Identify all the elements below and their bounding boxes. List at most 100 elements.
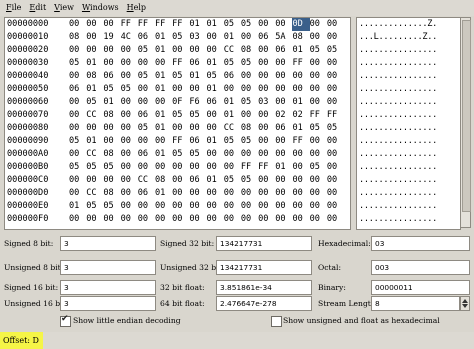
hex-byte[interactable]: 00 <box>172 213 189 226</box>
hex-byte[interactable]: FF <box>258 161 275 174</box>
hex-byte[interactable]: 00 <box>189 187 206 200</box>
hex-float-checkbox[interactable] <box>271 316 282 327</box>
hex-byte[interactable]: FF <box>138 18 155 31</box>
hex-byte[interactable]: 01 <box>86 135 103 148</box>
hex-byte[interactable]: 00 <box>275 174 292 187</box>
hex-byte[interactable]: 00 <box>224 200 241 213</box>
hex-byte[interactable]: 05 <box>103 200 120 213</box>
hex-byte[interactable]: 06 <box>258 31 275 44</box>
hex-byte[interactable]: 00 <box>121 174 138 187</box>
hex-byte[interactable]: 0D <box>292 18 310 31</box>
hex-byte[interactable]: 00 <box>69 44 86 57</box>
hex-byte[interactable]: FF <box>292 57 309 70</box>
hex-byte[interactable]: 00 <box>69 174 86 187</box>
hex-byte[interactable]: 06 <box>224 70 241 83</box>
hex-byte[interactable]: 00 <box>292 187 309 200</box>
hex-byte[interactable]: 00 <box>189 83 206 96</box>
hex-byte[interactable]: 00 <box>258 122 275 135</box>
hex-byte[interactable]: 00 <box>121 109 138 122</box>
hex-byte[interactable]: 01 <box>103 96 120 109</box>
hex-byte[interactable]: 01 <box>207 57 224 70</box>
hex-byte[interactable]: 00 <box>310 31 327 44</box>
hex-byte[interactable]: 01 <box>155 44 172 57</box>
hex-byte[interactable]: 00 <box>103 174 120 187</box>
hex-byte[interactable]: 05 <box>69 57 86 70</box>
hex-byte[interactable]: 00 <box>310 57 327 70</box>
hex-byte[interactable]: 05 <box>69 161 86 174</box>
hex-byte[interactable]: 00 <box>69 18 86 31</box>
hex-byte[interactable]: 00 <box>327 96 344 109</box>
hex-byte[interactable]: 05 <box>138 122 155 135</box>
hex-byte[interactable]: 01 <box>155 83 172 96</box>
ascii-row[interactable]: ................ <box>357 96 460 109</box>
hex-byte[interactable]: 00 <box>121 96 138 109</box>
ascii-row[interactable]: ................ <box>357 174 460 187</box>
hex-byte[interactable]: 06 <box>69 83 86 96</box>
hex-byte[interactable]: 06 <box>103 70 120 83</box>
hex-byte[interactable]: 00 <box>292 213 309 226</box>
hex-byte[interactable]: 05 <box>103 83 120 96</box>
hex-byte[interactable]: 00 <box>258 18 275 31</box>
hex-byte[interactable]: 00 <box>86 18 103 31</box>
hex-byte[interactable]: 00 <box>138 83 155 96</box>
hex-byte[interactable]: 08 <box>103 148 120 161</box>
hex-byte[interactable]: FF <box>155 18 172 31</box>
hex-byte[interactable]: CC <box>86 148 103 161</box>
hex-byte[interactable]: 00 <box>327 18 344 31</box>
hex-byte[interactable]: 00 <box>138 161 155 174</box>
hex-byte[interactable]: 00 <box>275 57 292 70</box>
hex-byte[interactable]: 00 <box>241 31 258 44</box>
hex-byte[interactable]: 00 <box>327 161 344 174</box>
hex-byte[interactable]: FF <box>172 135 189 148</box>
menu-file[interactable]: File <box>0 0 25 16</box>
hex-byte[interactable]: 08 <box>86 70 103 83</box>
hex-byte[interactable]: 00 <box>241 213 258 226</box>
hex-byte[interactable]: 08 <box>241 122 258 135</box>
hex-byte[interactable]: 00 <box>292 70 309 83</box>
hex-byte[interactable]: 00 <box>155 57 172 70</box>
hex-byte[interactable]: 00 <box>86 174 103 187</box>
hex-byte[interactable]: 05 <box>189 148 206 161</box>
hex-byte[interactable]: 00 <box>69 109 86 122</box>
stream-length-stepper[interactable] <box>460 296 470 311</box>
hex-byte[interactable]: 01 <box>189 70 206 83</box>
hex-byte[interactable]: 00 <box>258 83 275 96</box>
hex-byte[interactable]: 05 <box>207 70 224 83</box>
float-64-field[interactable]: 2.476647e-278 <box>216 296 312 311</box>
hex-byte[interactable]: 00 <box>86 213 103 226</box>
hex-byte[interactable]: CC <box>86 109 103 122</box>
hex-byte[interactable]: 00 <box>310 213 327 226</box>
hex-byte[interactable]: 00 <box>310 70 327 83</box>
ascii-row[interactable]: ................ <box>357 135 460 148</box>
hex-byte[interactable]: 08 <box>241 44 258 57</box>
hex-byte[interactable]: 00 <box>189 200 206 213</box>
hex-byte[interactable]: 00 <box>138 135 155 148</box>
ascii-row[interactable]: ................ <box>357 122 460 135</box>
hex-byte[interactable]: 01 <box>155 31 172 44</box>
hex-byte[interactable]: 00 <box>258 109 275 122</box>
hex-byte[interactable]: 01 <box>155 187 172 200</box>
hex-byte[interactable]: 00 <box>292 148 309 161</box>
hex-byte[interactable]: 00 <box>172 174 189 187</box>
hex-view[interactable]: 00000000 00 00 00 FF FF FF FF 01 01 05 05 00 00 0D 00 00… <box>4 17 351 230</box>
hex-byte[interactable]: 00 <box>327 213 344 226</box>
hex-byte[interactable]: 05 <box>241 18 258 31</box>
hex-byte[interactable]: 00 <box>121 200 138 213</box>
menu-windows[interactable]: Windows <box>78 0 123 16</box>
hex-byte[interactable]: 00 <box>310 174 327 187</box>
hex-byte[interactable]: 05 <box>86 96 103 109</box>
hex-byte[interactable]: 05 <box>189 109 206 122</box>
hex-byte[interactable]: 00 <box>155 96 172 109</box>
hex-byte[interactable]: 05 <box>86 161 103 174</box>
hexadecimal-field[interactable]: 03 <box>371 236 470 251</box>
hex-byte[interactable]: 00 <box>69 213 86 226</box>
hex-byte[interactable]: 05 <box>69 135 86 148</box>
hex-byte[interactable]: 08 <box>292 31 309 44</box>
hex-byte[interactable]: 00 <box>69 187 86 200</box>
hex-byte[interactable]: 06 <box>189 57 206 70</box>
ascii-view[interactable]: ..............Z. ...L.........Z..........… <box>356 17 461 230</box>
hex-byte[interactable]: 00 <box>224 213 241 226</box>
hex-byte[interactable]: 00 <box>207 213 224 226</box>
hex-byte[interactable]: 08 <box>155 174 172 187</box>
hex-byte[interactable]: 05 <box>172 109 189 122</box>
